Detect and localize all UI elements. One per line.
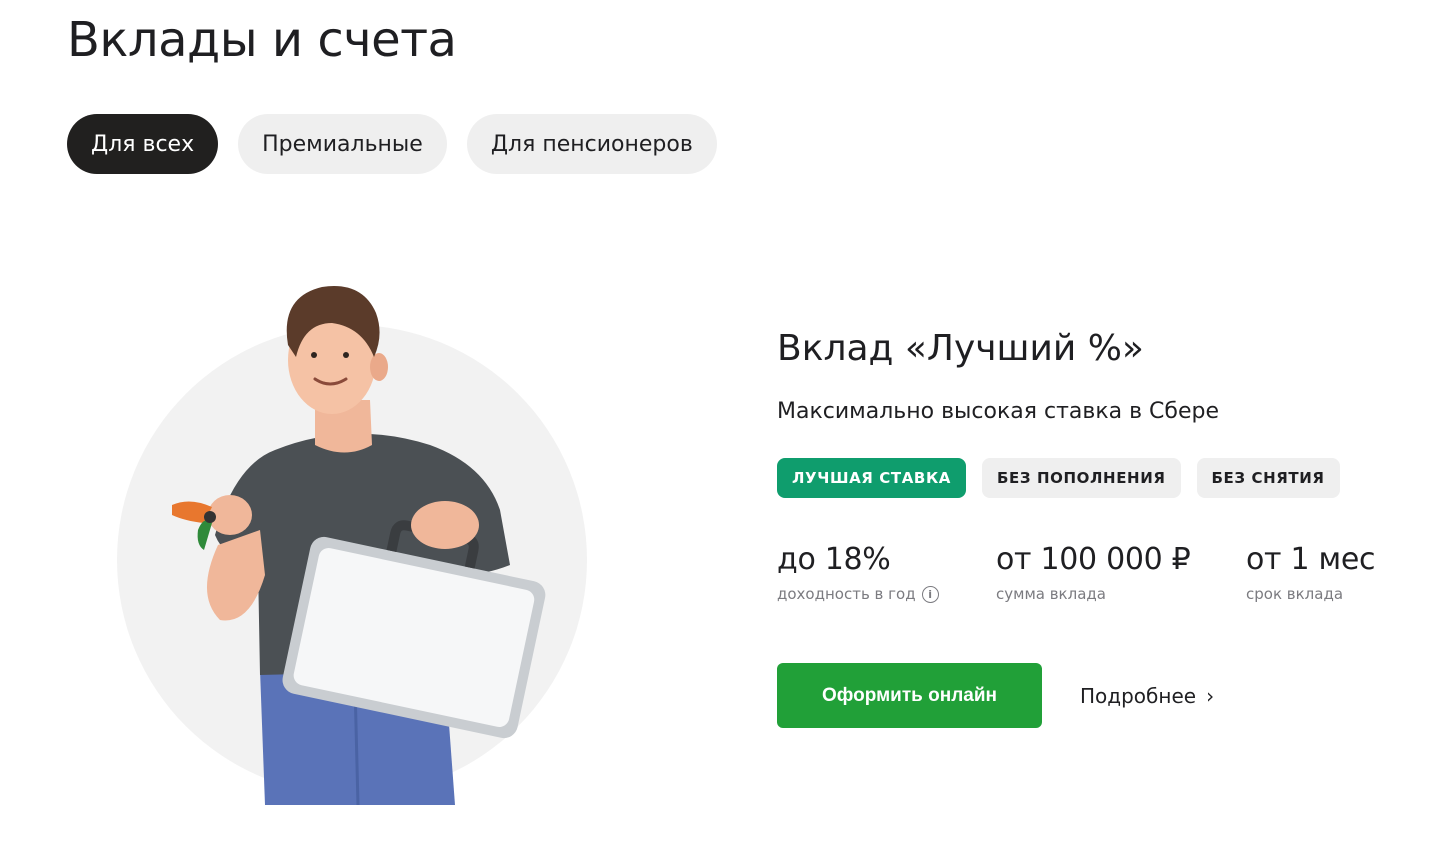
product-title: Вклад «Лучший %»: [777, 328, 1144, 369]
person-with-briefcase-illustration: [100, 275, 600, 805]
actions-row: Оформить онлайн Подробнее ›: [777, 663, 1417, 728]
stats-row: до 18% доходность в год i от 100 000 ₽ с…: [777, 542, 1417, 612]
stat-yield-label: доходность в год: [777, 585, 916, 603]
info-icon[interactable]: i: [921, 585, 939, 603]
tab-bar: Для всех Премиальные Для пенсионеров: [67, 114, 717, 174]
stat-amount: от 100 000 ₽ сумма вклада: [996, 542, 1191, 603]
badge-no-topup: БЕЗ ПОПОЛНЕНИЯ: [982, 458, 1181, 498]
page: Вклады и счета Для всех Премиальные Для …: [0, 0, 1435, 847]
apply-online-button[interactable]: Оформить онлайн: [777, 663, 1042, 728]
stat-term-label: срок вклада: [1246, 585, 1344, 603]
chevron-right-icon: ›: [1206, 683, 1215, 708]
stat-term-value: от 1 мес: [1246, 542, 1376, 577]
more-link-label: Подробнее: [1080, 683, 1197, 708]
stat-amount-label: сумма вклада: [996, 585, 1106, 603]
badge-list: ЛУЧШАЯ СТАВКА БЕЗ ПОПОЛНЕНИЯ БЕЗ СНЯТИЯ: [777, 458, 1417, 498]
stat-yield-label-row: доходность в год i: [777, 585, 939, 603]
stat-term: от 1 мес срок вклада: [1246, 542, 1375, 603]
page-title: Вклады и счета: [67, 12, 457, 68]
product-subtitle: Максимально высокая ставка в Сбере: [777, 399, 1220, 424]
tab-for-all[interactable]: Для всех: [67, 114, 219, 174]
tab-premium[interactable]: Премиальные: [238, 114, 447, 174]
stat-yield-value: до 18%: [777, 542, 891, 577]
stat-yield: до 18% доходность в год i: [777, 542, 939, 603]
tab-pensioners[interactable]: Для пенсионеров: [466, 114, 717, 174]
badge-best-rate: ЛУЧШАЯ СТАВКА: [777, 458, 967, 498]
more-link[interactable]: Подробнее ›: [1080, 684, 1214, 708]
stat-amount-value: от 100 000 ₽: [996, 542, 1191, 577]
badge-no-withdrawal: БЕЗ СНЯТИЯ: [1196, 458, 1340, 498]
product-card: Вклад «Лучший %» Максимально высокая ста…: [777, 328, 1417, 728]
